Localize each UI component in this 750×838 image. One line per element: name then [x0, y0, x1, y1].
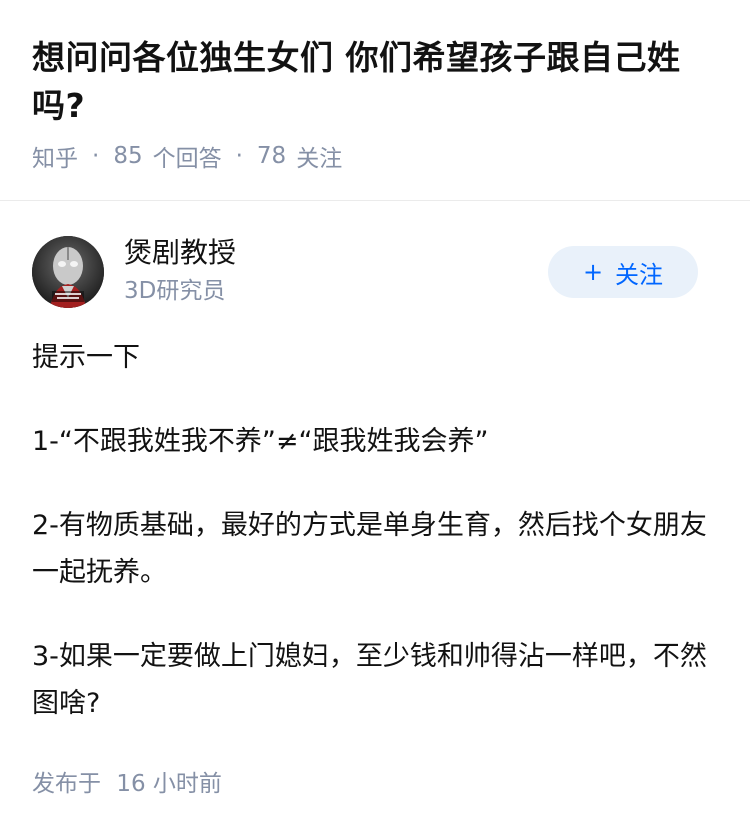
- plus-icon: +: [582, 258, 604, 286]
- author-headline: 3D研究员: [124, 278, 226, 304]
- publish-time-value: 16 小时前: [116, 771, 222, 797]
- follow-button-label: 关注: [615, 260, 664, 289]
- answer-count-label[interactable]: 个回答: [153, 139, 222, 173]
- follow-count-label[interactable]: 关注: [296, 139, 342, 173]
- answer-content[interactable]: 提示一下 1-“不跟我姓我不养”≠“跟我姓我会养” 2-有物质基础，最好的方式是…: [32, 334, 718, 764]
- avatar[interactable]: [32, 236, 104, 308]
- separator-dot: ·: [92, 143, 100, 169]
- follow-count[interactable]: 78: [257, 143, 286, 169]
- question-meta: 知乎 · 85 个回答 · 78 关注: [32, 140, 718, 172]
- source-label[interactable]: 知乎: [32, 139, 78, 173]
- separator-dot: ·: [235, 143, 243, 169]
- answer-paragraph: 3-如果一定要做上门媳妇，至少钱和帅得沾一样吧，不然图啥?: [32, 641, 707, 719]
- author-name[interactable]: 煲剧教授: [124, 234, 236, 272]
- answer-paragraph: 提示一下: [32, 342, 140, 373]
- question-header: 想问问各位独生女们 你们希望孩子跟自己姓吗? 知乎 · 85 个回答 · 78 …: [0, 0, 750, 172]
- answer-paragraph: 2-有物质基础，最好的方式是单身生育，然后找个女朋友一起抚养。: [32, 510, 707, 588]
- publish-time: 发布于 16 小时前: [32, 768, 222, 800]
- answer-paragraph: 1-“不跟我姓我不养”≠“跟我姓我会养”: [32, 426, 489, 457]
- question-title[interactable]: 想问问各位独生女们 你们希望孩子跟自己姓吗?: [32, 34, 718, 130]
- author-card: 煲剧教授 3D研究员 + 关注: [32, 236, 718, 308]
- superhero-avatar-icon: [32, 236, 104, 308]
- answer-count[interactable]: 85: [113, 143, 142, 169]
- section-divider: [0, 200, 750, 201]
- publish-label: 发布于: [32, 771, 101, 797]
- follow-button[interactable]: + 关注: [548, 246, 698, 298]
